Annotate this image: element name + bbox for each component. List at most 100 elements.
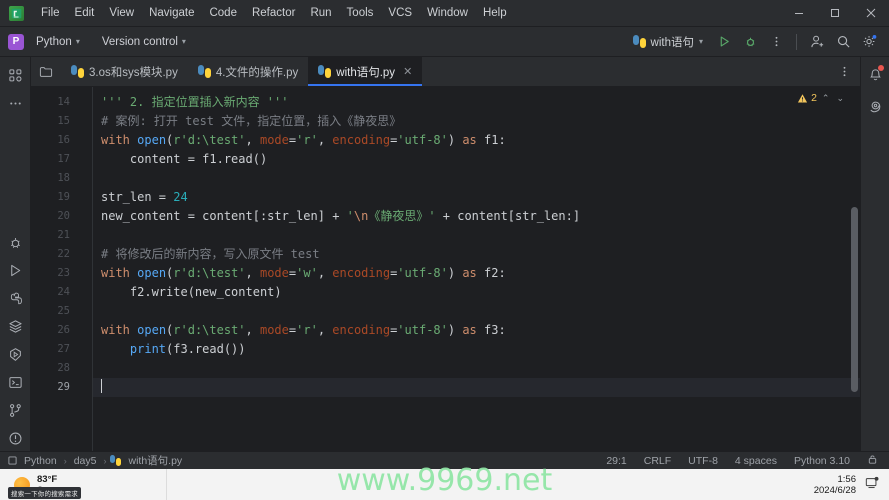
more-options-icon[interactable] [764, 30, 788, 54]
code-editor[interactable]: 2 ⌃ ⌄ 14 15 16 17 18 19 20 21 22 23 24 25 26 27 28 29 '… [31, 87, 860, 451]
code-content[interactable]: ''' 2. 指定位置插入新内容 ''' # 案例: 打开 test 文件，指定位… [93, 87, 860, 451]
code-line[interactable]: f2.write(new_content) [101, 283, 860, 302]
menu-navigate[interactable]: Navigate [142, 4, 201, 22]
run-icon[interactable] [2, 257, 28, 283]
services-icon[interactable] [2, 313, 28, 339]
line-number[interactable]: 23 [31, 264, 79, 283]
clock-date: 2024/6/28 [813, 484, 856, 496]
indent-setting[interactable]: 4 spaces [732, 454, 780, 468]
notification-center-icon[interactable] [865, 476, 879, 493]
code-line[interactable]: new_content = content[:str_len] + '\n《静夜… [101, 207, 860, 226]
search-icon[interactable] [831, 30, 855, 54]
problems-icon[interactable] [2, 425, 28, 451]
code-line[interactable]: content = f1.read() [101, 150, 860, 169]
code-line[interactable]: # 将修改后的新内容，写入原文件 test [101, 245, 860, 264]
weather-temperature: 83°F [37, 473, 58, 485]
line-number[interactable]: 28 [31, 359, 79, 378]
maximize-icon[interactable] [817, 0, 853, 27]
line-number[interactable]: 17 [31, 150, 79, 169]
line-number[interactable]: 27 [31, 340, 79, 359]
settings-icon[interactable] [857, 30, 881, 54]
terminal-icon[interactable] [2, 369, 28, 395]
code-line[interactable] [101, 302, 860, 321]
tab-close-icon[interactable]: ✕ [403, 65, 412, 78]
menu-window[interactable]: Window [420, 4, 475, 22]
menu-run[interactable]: Run [303, 4, 338, 22]
minimize-icon[interactable] [781, 0, 817, 27]
line-number[interactable]: 16 [31, 131, 79, 150]
next-problem-icon[interactable]: ⌄ [834, 93, 846, 104]
menu-vcs[interactable]: VCS [381, 4, 419, 22]
code-line[interactable]: ''' 2. 指定位置插入新内容 ''' [101, 93, 860, 112]
menu-edit[interactable]: Edit [68, 4, 102, 22]
python-packages-icon[interactable] [2, 285, 28, 311]
ai-assistant-icon[interactable] [862, 92, 888, 118]
version-control-icon[interactable] [2, 397, 28, 423]
add-account-icon[interactable] [805, 30, 829, 54]
prev-problem-icon[interactable]: ⌃ [820, 93, 832, 104]
line-number[interactable]: 26 [31, 321, 79, 340]
tab-more-icon[interactable] [832, 60, 856, 84]
line-number[interactable]: 15 [31, 112, 79, 131]
code-line[interactable]: with open(r'd:\test', mode='w', encoding… [101, 264, 860, 283]
run-button[interactable] [712, 30, 736, 54]
menu-refactor[interactable]: Refactor [245, 4, 302, 22]
line-number[interactable]: 18 [31, 169, 79, 188]
caret-position[interactable]: 29:1 [603, 454, 629, 468]
code-folding-column[interactable] [79, 87, 93, 451]
menu-code[interactable]: Code [202, 4, 244, 22]
menu-help[interactable]: Help [476, 4, 514, 22]
breadcrumb-folder[interactable]: day5 [71, 454, 100, 468]
editor-tab-active[interactable]: with语句.py ✕ [308, 57, 423, 86]
inspection-widget[interactable]: 2 ⌃ ⌄ [797, 92, 846, 104]
taskbar-clock[interactable]: 1:56 2024/6/28 [814, 474, 856, 496]
python-file-icon [632, 35, 646, 48]
version-control-selector[interactable]: Version control ▾ [96, 33, 192, 51]
vcs-label: Version control [101, 35, 178, 48]
line-separator[interactable]: CRLF [641, 454, 674, 468]
breadcrumb-separator: › [103, 455, 107, 466]
code-line[interactable] [101, 226, 860, 245]
line-number[interactable]: 24 [31, 283, 79, 302]
project-files-icon[interactable] [31, 57, 61, 86]
read-only-toggle-icon[interactable] [864, 453, 881, 469]
code-line[interactable]: str_len = 24 [101, 188, 860, 207]
code-line[interactable]: # 案例: 打开 test 文件，指定位置，插入《静夜思》 [101, 112, 860, 131]
run-configuration-selector[interactable]: with语句 ▾ [626, 31, 710, 53]
debug-icon[interactable] [2, 229, 28, 255]
notification-badge [878, 65, 884, 71]
editor-tab[interactable]: 3.os和sys模块.py [61, 57, 188, 86]
code-line[interactable]: with open(r'd:\test', mode='r', encoding… [101, 131, 860, 150]
python-file-icon [71, 65, 84, 78]
code-line[interactable] [101, 359, 860, 378]
project-selector[interactable]: Python ▾ [30, 33, 86, 51]
tab-label: 3.os和sys模块.py [89, 66, 178, 79]
code-line[interactable]: print(f3.read()) [101, 340, 860, 359]
line-number[interactable]: 29 [31, 378, 79, 397]
menu-file[interactable]: File [34, 4, 67, 22]
code-line[interactable] [101, 169, 860, 188]
close-icon[interactable] [853, 0, 889, 27]
line-number[interactable]: 22 [31, 245, 79, 264]
line-number[interactable]: 14 [31, 93, 79, 112]
line-number[interactable]: 25 [31, 302, 79, 321]
breadcrumb-file[interactable]: with语句.py [125, 452, 185, 469]
code-line[interactable] [93, 378, 860, 397]
python-interpreter[interactable]: Python 3.10 [791, 454, 853, 468]
menu-view[interactable]: View [102, 4, 141, 22]
notifications-icon[interactable] [862, 62, 888, 88]
line-number[interactable]: 20 [31, 207, 79, 226]
line-number[interactable]: 19 [31, 188, 79, 207]
editor-scrollbar-thumb[interactable] [851, 207, 858, 392]
menu-tools[interactable]: Tools [340, 4, 381, 22]
editor-tab[interactable]: 4.文件的操作.py [188, 57, 308, 86]
debug-button[interactable] [738, 30, 762, 54]
more-tool-windows-icon[interactable] [2, 90, 28, 116]
status-bar-right: 29:1 CRLF UTF-8 4 spaces Python 3.10 [603, 453, 881, 469]
line-number[interactable]: 21 [31, 226, 79, 245]
code-line[interactable]: with open(r'd:\test', mode='r', encoding… [101, 321, 860, 340]
file-encoding[interactable]: UTF-8 [685, 454, 721, 468]
breadcrumb-project[interactable]: Python [21, 454, 60, 468]
python-console-icon[interactable] [2, 341, 28, 367]
project-icon[interactable] [2, 62, 28, 88]
